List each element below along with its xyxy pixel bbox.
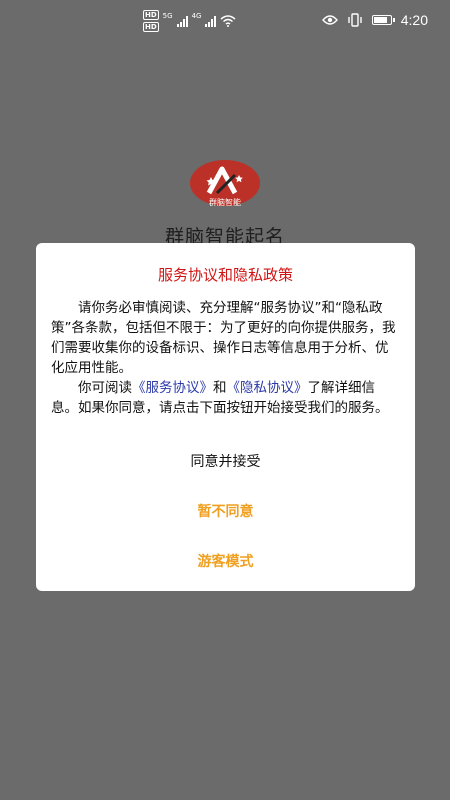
hd-badge: HD (143, 10, 159, 20)
dialog-paragraph: 请你务必审慎阅读、充分理解“服务协议”和“隐私政策”各条款，包括但不限于：为了更… (51, 300, 396, 376)
paragraph-text: 你可阅读 (78, 380, 132, 396)
app-logo-text: 群脑智能 (209, 197, 241, 207)
battery-icon (371, 15, 395, 25)
network-type-label: 5G (162, 12, 173, 20)
signal-icon (205, 15, 217, 27)
paragraph-text: 和 (213, 380, 227, 396)
dialog-title: 服务协议和隐私政策 (157, 266, 293, 284)
signal-icon (176, 15, 188, 27)
vibrate-icon (348, 13, 362, 27)
clock: 4:20 (400, 12, 428, 28)
wifi-icon (220, 15, 236, 27)
status-bar: HD HD 5G 4G 4:20 (0, 0, 450, 40)
privacy-agreement-link[interactable]: 《隐私协议》 (227, 380, 308, 396)
decline-button[interactable]: 暂不同意 (36, 495, 415, 527)
app-logo: 群脑智能 (190, 160, 260, 207)
status-right: 4:20 (321, 10, 428, 30)
hd-indicators: HD HD (143, 10, 159, 32)
dialog-body: 请你务必审慎阅读、充分理解“服务协议”和“隐私政策”各条款，包括但不限于：为了更… (51, 298, 401, 418)
network-type-label: 4G (191, 12, 202, 20)
guest-mode-button[interactable]: 游客模式 (36, 545, 415, 577)
service-agreement-link[interactable]: 《服务协议》 (132, 380, 213, 396)
hd-badge: HD (143, 22, 159, 32)
status-left: HD HD 5G 4G (143, 10, 236, 32)
eye-icon (321, 15, 338, 25)
privacy-dialog: 服务协议和隐私政策 请你务必审慎阅读、充分理解“服务协议”和“隐私政策”各条款，… (36, 243, 415, 591)
dialog-paragraph: 你可阅读《服务协议》和《隐私协议》了解详细信息。如果你同意，请点击下面按钮开始接… (51, 378, 401, 418)
agree-button[interactable]: 同意并接受 (36, 445, 415, 477)
